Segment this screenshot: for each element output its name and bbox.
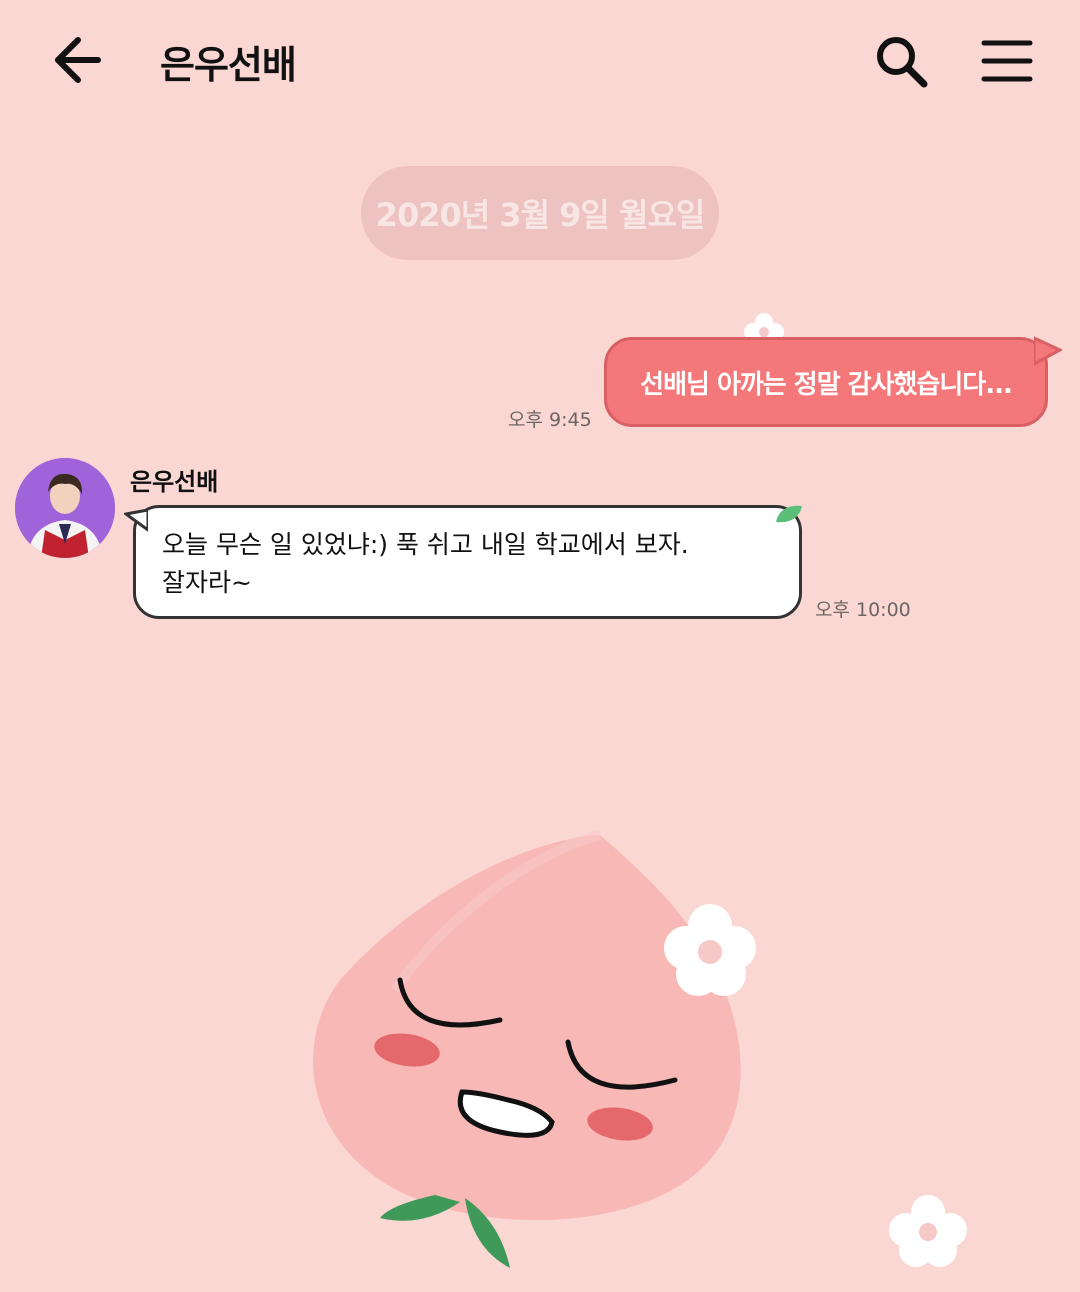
flower-icon	[889, 1195, 967, 1267]
menu-button[interactable]	[980, 36, 1034, 86]
received-message-bubble[interactable]: 오늘 무슨 일 있었냐:) 푹 쉬고 내일 학교에서 보자. 잘자라~	[133, 505, 802, 619]
back-button[interactable]	[48, 34, 108, 86]
sent-message-bubble[interactable]: 선배님 아까는 정말 감사했습니다...	[604, 337, 1048, 427]
date-divider: 2020년 3월 9일 월요일	[361, 166, 719, 260]
received-message-line: 잘자라~	[162, 568, 252, 597]
bubble-tail	[124, 508, 148, 532]
hamburger-menu-icon	[981, 40, 1033, 82]
received-message-line: 오늘 무슨 일 있었냐:) 푹 쉬고 내일 학교에서 보자.	[162, 530, 689, 559]
search-icon	[877, 37, 928, 88]
chat-title: 은우선배	[160, 43, 297, 87]
sender-name: 은우선배	[130, 468, 219, 496]
received-message-time: 오후 10:00	[815, 599, 911, 621]
sent-message-text: 선배님 아까는 정말 감사했습니다...	[640, 369, 1013, 400]
arrow-left-icon	[55, 37, 101, 83]
avatar-illustration	[15, 458, 115, 558]
bubble-tail	[1034, 336, 1062, 366]
search-button[interactable]	[872, 32, 930, 90]
leaf-icon	[776, 505, 802, 523]
sent-message-time: 오후 9:45	[508, 409, 592, 431]
peach-character-illustration	[313, 830, 756, 1268]
chat-header: 은우선배	[0, 0, 1080, 120]
sender-avatar[interactable]	[15, 458, 115, 558]
